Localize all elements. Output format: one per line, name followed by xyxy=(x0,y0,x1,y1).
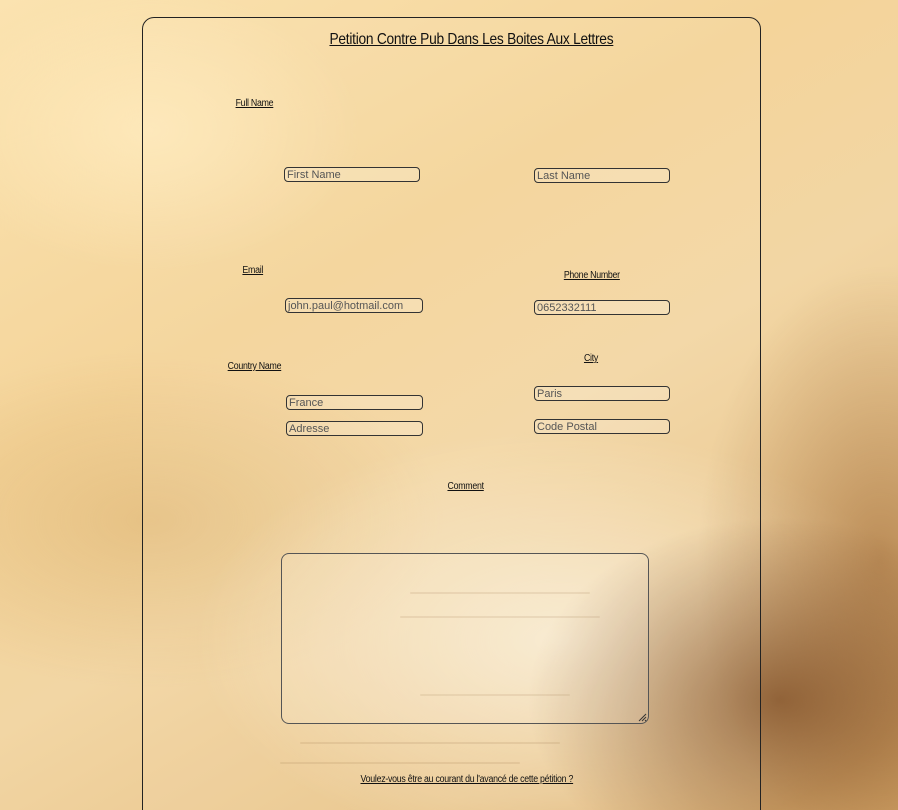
country-input[interactable] xyxy=(286,395,423,410)
postal-code-input[interactable] xyxy=(534,419,670,434)
full-name-label: Full Name xyxy=(235,98,274,109)
subscribe-question-label: Voulez-vous être au courant du l'avancé … xyxy=(360,774,574,785)
comment-label: Comment xyxy=(447,481,484,492)
comment-textarea[interactable] xyxy=(281,553,649,724)
country-name-label: Country Name xyxy=(227,361,282,372)
first-name-input[interactable] xyxy=(284,167,420,182)
email-input[interactable] xyxy=(285,298,423,313)
resize-grip-icon[interactable] xyxy=(637,712,647,722)
last-name-input[interactable] xyxy=(534,168,670,183)
city-input[interactable] xyxy=(534,386,670,401)
city-label: City xyxy=(583,353,599,364)
phone-number-input[interactable] xyxy=(534,300,670,315)
address-input[interactable] xyxy=(286,421,423,436)
phone-number-label: Phone Number xyxy=(563,270,620,281)
email-label: Email xyxy=(242,265,264,276)
page-title: Petition Contre Pub Dans Les Boites Aux … xyxy=(329,31,614,48)
